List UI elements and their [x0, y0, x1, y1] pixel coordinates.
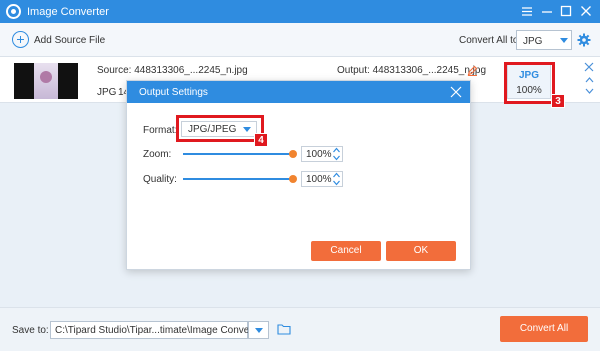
edit-icon[interactable] — [467, 65, 478, 76]
menu-icon[interactable] — [518, 3, 536, 20]
quality-stepper[interactable] — [332, 171, 341, 187]
cancel-button[interactable]: Cancel — [311, 241, 381, 261]
zoom-slider-handle[interactable] — [289, 150, 297, 158]
save-path-field[interactable]: C:\Tipard Studio\Tipar...timate\Image Co… — [50, 321, 264, 339]
convert-all-to-label: Convert All to: — [459, 35, 522, 46]
chevron-down-icon — [255, 328, 263, 333]
dialog-header: Output Settings — [127, 81, 470, 103]
convert-all-button[interactable]: Convert All — [500, 316, 588, 342]
source-format: JPG — [97, 87, 117, 98]
source-filename: Source: 448313306_...2245_n.jpg — [97, 65, 248, 76]
maximize-icon[interactable] — [557, 3, 575, 20]
callout-box-3 — [504, 62, 555, 104]
quality-slider-handle[interactable] — [289, 175, 297, 183]
zoom-label: Zoom: — [143, 149, 172, 160]
callout-badge-4: 4 — [254, 133, 268, 147]
folder-icon[interactable] — [277, 323, 291, 335]
save-to-label: Save to: — [12, 325, 49, 336]
minimize-icon[interactable] — [538, 3, 556, 20]
add-source-icon[interactable] — [12, 31, 29, 48]
dialog-title: Output Settings — [139, 87, 208, 98]
app-logo-icon — [6, 4, 21, 19]
window-title: Image Converter — [27, 6, 109, 18]
callout-badge-3: 3 — [551, 94, 565, 108]
callout-box-4 — [176, 115, 264, 142]
quality-label: Quality: — [143, 174, 177, 185]
save-path-dropdown[interactable] — [248, 321, 269, 339]
close-icon[interactable] — [577, 3, 595, 20]
image-thumbnail — [14, 63, 78, 99]
format-label: Format: — [143, 125, 178, 136]
chevron-up-icon[interactable] — [585, 76, 594, 83]
quality-value: 100% — [306, 174, 332, 185]
ok-button[interactable]: OK — [386, 241, 456, 261]
save-path-value: C:\Tipard Studio\Tipar...timate\Image Co… — [55, 325, 265, 336]
footer-bar: Save to: C:\Tipard Studio\Tipar...timate… — [0, 307, 600, 351]
add-source-button[interactable]: Add Source File — [34, 35, 105, 46]
output-settings-dialog: Output Settings Format: JPG/JPEG Zoom: 1… — [126, 80, 471, 270]
zoom-value: 100% — [306, 149, 332, 160]
convert-all-format-value: JPG — [523, 36, 543, 47]
convert-all-format-select[interactable]: JPG — [516, 30, 572, 50]
zoom-stepper[interactable] — [332, 146, 341, 162]
chevron-down-icon — [560, 38, 568, 43]
output-filename: Output: 448313306_...2245_n.jpg — [337, 65, 487, 76]
remove-file-icon[interactable] — [584, 62, 594, 72]
close-icon[interactable] — [450, 86, 462, 98]
chevron-down-icon[interactable] — [585, 88, 594, 95]
zoom-slider[interactable] — [183, 153, 293, 155]
gear-icon[interactable] — [577, 33, 591, 47]
title-bar: Image Converter — [0, 0, 600, 23]
quality-slider[interactable] — [183, 178, 293, 180]
toolbar: Add Source File Convert All to: JPG — [0, 23, 600, 57]
